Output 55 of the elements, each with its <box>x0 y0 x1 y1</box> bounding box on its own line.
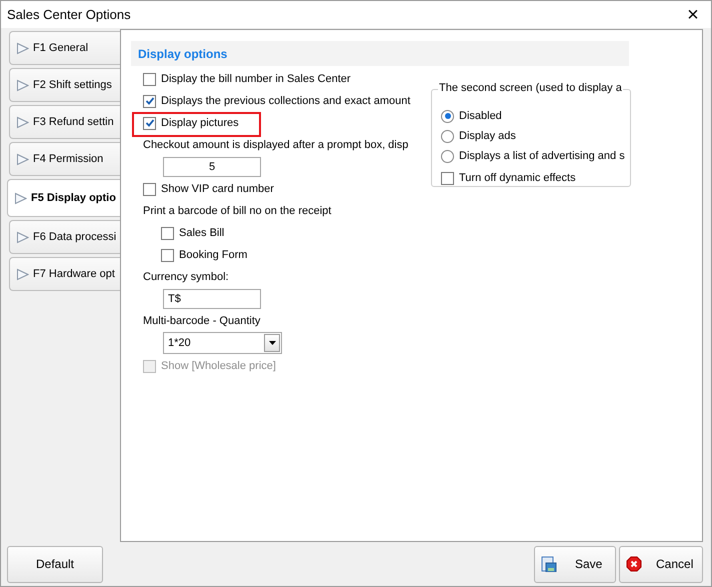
triangle-icon <box>16 78 29 92</box>
option-label: Display the bill number in Sales Center <box>161 73 351 85</box>
option-label: Currency symbol: <box>143 270 229 285</box>
radio-button[interactable] <box>441 130 454 142</box>
option-label: Display pictures <box>161 117 239 129</box>
side-tab[interactable]: F2 Shift settings <box>9 68 120 102</box>
option-label: Show VIP card number <box>161 183 274 195</box>
checkbox[interactable] <box>161 226 174 240</box>
option-label: Disabled <box>459 110 502 122</box>
side-tab[interactable]: F4 Permission <box>9 142 120 176</box>
cancel-button[interactable]: Cancel <box>619 546 703 582</box>
side-tab[interactable]: F1 General <box>9 31 120 65</box>
checkbox[interactable] <box>441 172 454 184</box>
default-button[interactable]: Default <box>7 546 103 582</box>
radio-button[interactable] <box>441 150 454 162</box>
option-label: Turn off dynamic effects <box>459 172 576 184</box>
option-label: Checkout amount is displayed after a prompt box, disp <box>143 138 408 153</box>
cancel-icon <box>626 556 642 572</box>
close-button[interactable]: × <box>681 4 705 24</box>
triangle-icon <box>16 42 29 54</box>
triangle-icon <box>16 268 29 280</box>
checkbox[interactable] <box>143 116 156 130</box>
triangle-icon <box>16 152 29 166</box>
radio-dot <box>444 113 450 119</box>
checkbox[interactable] <box>143 94 156 108</box>
option-label: Displays a list of advertising and s <box>459 150 625 162</box>
group-title: The second screen (used to display a <box>438 82 623 94</box>
check-icon <box>144 96 154 106</box>
triangle-icon <box>16 116 29 128</box>
side-tab[interactable]: F7 Hardware opt <box>9 257 120 291</box>
section-header: Display options <box>131 41 629 66</box>
side-tab[interactable]: F5 Display optio <box>7 179 120 217</box>
triangle-icon <box>16 230 29 244</box>
option-label: Print a barcode of bill no on the receipt <box>143 204 332 219</box>
caret-icon <box>268 341 276 345</box>
option-label: Booking Form <box>179 249 248 261</box>
quantity-dropdown[interactable]: 1*20 <box>163 332 282 354</box>
option-label: Display ads <box>459 130 516 142</box>
check-icon <box>144 118 154 128</box>
side-tab[interactable]: F3 Refund settin <box>9 105 120 139</box>
triangle-icon <box>14 192 27 204</box>
radio-button[interactable] <box>441 110 454 122</box>
checkbox[interactable] <box>161 248 174 262</box>
window-title: Sales Center Options <box>7 7 131 22</box>
save-icon <box>541 556 557 572</box>
option-label: Show [Wholesale price] <box>161 360 276 372</box>
input-field[interactable]: 5 <box>163 157 261 177</box>
option-label: Multi-barcode - Quantity <box>143 314 260 329</box>
input-field[interactable]: T$ <box>163 289 261 309</box>
option-label: Displays the previous collections and exact amount <box>161 95 410 107</box>
checkbox[interactable] <box>143 72 156 86</box>
save-button[interactable]: Save <box>534 546 616 582</box>
checkbox[interactable] <box>143 182 156 196</box>
option-label: Sales Bill <box>179 227 224 239</box>
side-tab[interactable]: F6 Data processi <box>9 220 120 254</box>
